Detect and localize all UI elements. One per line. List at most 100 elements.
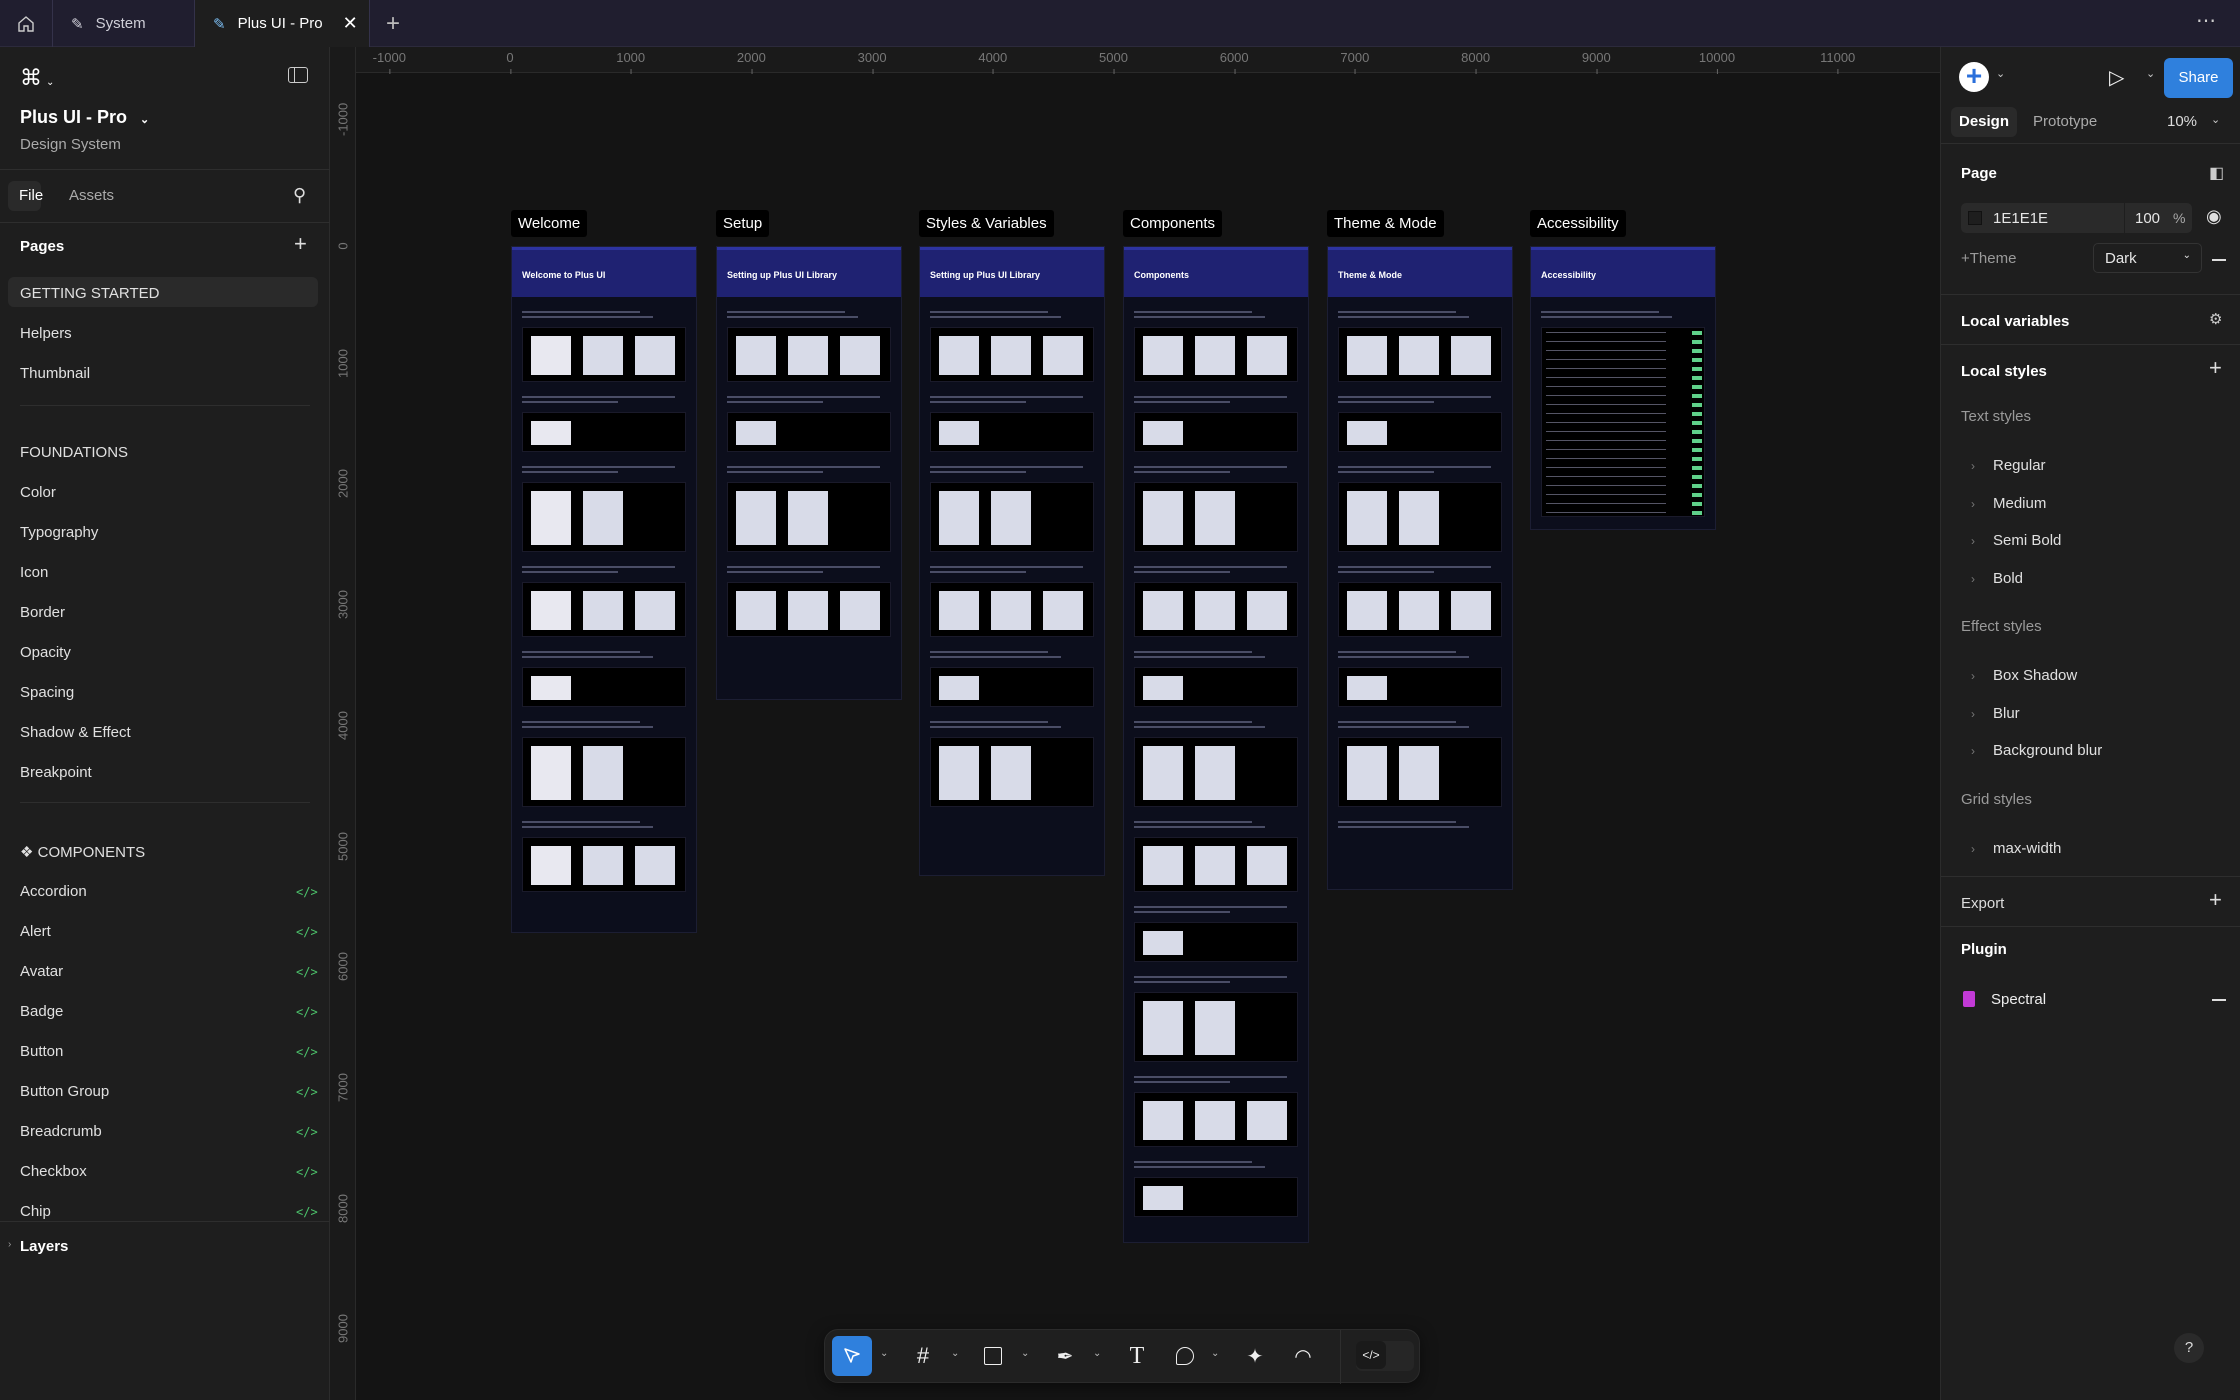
frame-label[interactable]: Styles & Variables [919, 210, 1054, 237]
present-play-icon[interactable]: ▷ [2109, 65, 2124, 90]
page-item[interactable]: Alert [20, 923, 51, 940]
tab-design[interactable]: Design [1951, 107, 2017, 137]
tab-system[interactable]: ✎ System [53, 0, 195, 47]
plugin-item-spectral[interactable]: Spectral [1991, 991, 2046, 1008]
page-color-value[interactable]: 1E1E1E [1993, 210, 2048, 227]
frame[interactable]: Welcome to Plus UI [511, 246, 697, 933]
ai-sparkle-icon[interactable]: ✦ [1235, 1336, 1275, 1376]
frame[interactable]: Setting up Plus UI Library [919, 246, 1105, 876]
style-item[interactable]: Medium [1993, 495, 2046, 512]
chevron-right-icon[interactable]: › [1971, 707, 1975, 721]
help-button[interactable]: ? [2174, 1333, 2204, 1363]
chevron-down-icon[interactable]: ⌄ [2211, 113, 2220, 126]
text-tool-icon[interactable]: T [1117, 1336, 1157, 1376]
multiplayer-avatar[interactable]: + [1959, 62, 1989, 92]
tab-plus-ui-pro[interactable]: ✎ Plus UI - Pro ✕ [195, 0, 370, 47]
chevron-right-icon[interactable]: › [1971, 842, 1975, 856]
remove-plugin-icon[interactable] [2212, 999, 2226, 1001]
variables-sliders-icon[interactable]: ⚙ [2209, 310, 2222, 328]
page-item[interactable]: Button [20, 1043, 63, 1060]
page-item[interactable]: Breadcrumb [20, 1123, 102, 1140]
page-item[interactable]: Thumbnail [20, 365, 90, 382]
page-opacity-value[interactable]: 100 [2135, 210, 2160, 227]
page-item[interactable]: Color [20, 484, 56, 501]
page-item[interactable]: Badge [20, 1003, 63, 1020]
chevron-down-icon[interactable]: ⌄ [2146, 67, 2155, 80]
main-menu-button[interactable]: ⌘ ⌄ [20, 65, 54, 91]
frame-label[interactable]: Setup [716, 210, 770, 237]
add-page-icon[interactable]: + [294, 231, 307, 257]
page-item[interactable]: Opacity [20, 644, 71, 661]
page-item[interactable]: Shadow & Effect [20, 724, 131, 741]
close-tab-icon[interactable]: ✕ [343, 13, 358, 34]
dev-mode-toggle[interactable]: </> [1356, 1341, 1414, 1371]
style-item[interactable]: Regular [1993, 457, 2046, 474]
style-item[interactable]: max-width [1993, 840, 2061, 857]
add-export-icon[interactable]: + [2209, 887, 2222, 913]
tab-assets[interactable]: Assets [69, 187, 114, 204]
comment-tool-icon[interactable] [1165, 1336, 1205, 1376]
page-item[interactable]: FOUNDATIONS [20, 444, 128, 461]
page-item[interactable]: Typography [20, 524, 98, 541]
remove-theme-icon[interactable] [2212, 259, 2226, 261]
page-color-field[interactable]: 1E1E1E 100 % [1961, 203, 2192, 233]
chevron-down-icon[interactable]: ⌄ [1996, 67, 2005, 80]
rectangle-tool-icon[interactable] [973, 1336, 1013, 1376]
page-item[interactable]: Icon [20, 564, 48, 581]
frame-label[interactable]: Welcome [511, 210, 588, 237]
tab-file[interactable]: File [8, 181, 43, 211]
chevron-right-icon[interactable]: › [1971, 669, 1975, 683]
frame-tool-icon[interactable]: # [903, 1336, 943, 1376]
pen-tool-icon[interactable]: ✒ [1045, 1336, 1085, 1376]
chevron-down-icon[interactable]: ⌄ [1211, 1348, 1219, 1359]
visibility-eye-icon[interactable]: ◉ [2206, 206, 2222, 227]
page-item[interactable]: ❖ COMPONENTS [20, 843, 145, 861]
page-item[interactable]: Checkbox [20, 1163, 87, 1180]
style-item[interactable]: Background blur [1993, 742, 2102, 759]
style-item[interactable]: Box Shadow [1993, 667, 2077, 684]
page-item[interactable]: Chip [20, 1203, 51, 1220]
page-item[interactable]: GETTING STARTED [20, 285, 159, 302]
frame[interactable]: Setting up Plus UI Library [716, 246, 902, 700]
chevron-right-icon[interactable]: › [1971, 534, 1975, 548]
frame-label[interactable]: Accessibility [1530, 210, 1626, 237]
page-item[interactable]: Accordion [20, 883, 87, 900]
frame-label[interactable]: Theme & Mode [1327, 210, 1444, 237]
chevron-down-icon[interactable]: ⌄ [1021, 1348, 1029, 1359]
export-heading[interactable]: Export [1961, 895, 2004, 912]
style-item[interactable]: Blur [1993, 705, 2020, 722]
chevron-down-icon[interactable]: ⌄ [880, 1348, 888, 1359]
theme-select[interactable]: Dark ⌄ [2093, 243, 2202, 273]
tab-prototype[interactable]: Prototype [2033, 113, 2097, 130]
color-swatch[interactable] [1968, 211, 1982, 225]
page-item[interactable]: Spacing [20, 684, 74, 701]
home-button[interactable] [0, 0, 53, 47]
add-style-icon[interactable]: + [2209, 355, 2222, 381]
frame-label[interactable]: Components [1123, 210, 1223, 237]
chevron-right-icon[interactable]: › [8, 1239, 11, 1250]
chevron-down-icon[interactable]: ⌄ [1093, 1348, 1101, 1359]
chevron-right-icon[interactable]: › [1971, 744, 1975, 758]
chevron-right-icon[interactable]: › [1971, 459, 1975, 473]
layers-heading[interactable]: Layers [20, 1238, 68, 1255]
page-item[interactable]: Breakpoint [20, 764, 92, 781]
frame[interactable]: Components [1123, 246, 1309, 1243]
frame[interactable]: Theme & Mode [1327, 246, 1513, 890]
frame[interactable]: Accessibility [1530, 246, 1716, 530]
toggle-sidebar-icon[interactable] [288, 67, 308, 83]
style-item[interactable]: Bold [1993, 570, 2023, 587]
page-item[interactable]: Border [20, 604, 65, 621]
search-icon[interactable]: ⚲ [293, 185, 306, 206]
widgets-blob-icon[interactable]: ◠ [1283, 1336, 1323, 1376]
file-name[interactable]: Plus UI - Pro ⌄ [20, 107, 149, 128]
new-tab-button[interactable]: + [386, 10, 400, 38]
chevron-right-icon[interactable]: › [1971, 572, 1975, 586]
local-variables-heading[interactable]: Local variables [1961, 313, 2069, 330]
zoom-level[interactable]: 10% [2167, 113, 2197, 130]
page-item[interactable]: Avatar [20, 963, 63, 980]
chevron-right-icon[interactable]: › [1971, 497, 1975, 511]
more-options-icon[interactable]: ⋯ [2196, 8, 2216, 33]
page-item[interactable]: Button Group [20, 1083, 109, 1100]
page-item[interactable]: Helpers [20, 325, 72, 342]
move-tool-button[interactable] [832, 1336, 872, 1376]
